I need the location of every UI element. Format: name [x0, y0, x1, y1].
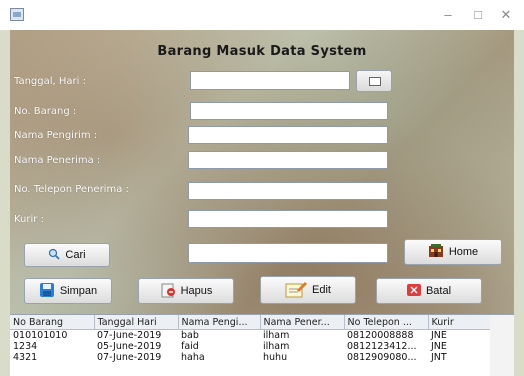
tanggal-field[interactable]: [190, 71, 350, 90]
table-row[interactable]: 010101010 07-June-2019 bab ilham 0812000…: [10, 330, 490, 342]
home-icon: [428, 243, 444, 261]
table-cell: 08120008888: [347, 330, 414, 341]
batal-label: Batal: [425, 285, 452, 297]
table-cell: huhu: [263, 352, 288, 363]
cancel-icon: [406, 283, 421, 299]
label-kurir: Kurir :: [14, 214, 44, 225]
pengirim-field[interactable]: [188, 126, 388, 144]
table-row[interactable]: 1234 05-June-2019 faid ilham 0812123412.…: [10, 341, 490, 352]
batal-button[interactable]: Batal: [376, 278, 482, 304]
column-header[interactable]: Nama Pener...: [260, 315, 345, 330]
table-scroll-area: [490, 315, 514, 376]
table-header-row: No Barang Tanggal Hari Nama Pengi... Nam…: [10, 315, 491, 330]
calendar-icon: [369, 77, 381, 86]
column-header[interactable]: No Barang: [10, 315, 95, 330]
simpan-label: Simpan: [59, 285, 98, 297]
label-penerima: Nama Penerima :: [14, 155, 101, 166]
app-window: – □ ✕ Barang Masuk Data System Tanggal, …: [0, 0, 524, 376]
table-cell: ilham: [263, 341, 290, 352]
hapus-button[interactable]: Hapus: [138, 278, 234, 304]
search-icon: [48, 248, 60, 263]
app-icon: [10, 8, 24, 21]
hapus-label: Hapus: [180, 285, 213, 297]
column-header[interactable]: No Telepon ...: [344, 315, 429, 330]
table-cell: faid: [181, 341, 199, 352]
table-cell: haha: [181, 352, 205, 363]
label-telepon: No. Telepon Penerima :: [14, 184, 129, 195]
maximize-button[interactable]: □: [468, 6, 488, 24]
telepon-field[interactable]: [188, 182, 388, 200]
label-tanggal: Tanggal, Hari :: [14, 76, 86, 87]
penerima-field[interactable]: [188, 151, 388, 169]
home-label: Home: [448, 246, 479, 258]
save-icon: [39, 282, 55, 301]
table-cell: 010101010: [13, 330, 68, 341]
title-bar: – □ ✕: [0, 0, 524, 30]
table-cell: 0812909080...: [347, 352, 417, 363]
no-barang-field[interactable]: [190, 102, 388, 120]
page-title: Barang Masuk Data System: [157, 44, 367, 59]
table-cell: 07-June-2019: [97, 330, 162, 341]
home-button[interactable]: Home: [404, 239, 502, 265]
label-pengirim: Nama Pengirim :: [14, 130, 98, 141]
kurir-field[interactable]: [188, 210, 388, 228]
table-cell: JNT: [431, 352, 447, 363]
form-panel: Barang Masuk Data System Tanggal, Hari :…: [10, 30, 514, 376]
table-cell: 4321: [13, 352, 38, 363]
table-row[interactable]: 4321 07-June-2019 haha huhu 0812909080..…: [10, 352, 490, 363]
column-header[interactable]: Nama Pengi...: [178, 315, 261, 330]
edit-icon: [285, 280, 308, 301]
label-no-barang: No. Barang :: [14, 106, 77, 117]
table-cell: bab: [181, 330, 199, 341]
minimize-button[interactable]: –: [438, 6, 458, 24]
table-cell: JNE: [431, 330, 447, 341]
column-header[interactable]: Kurir: [428, 315, 491, 330]
table-cell: 07-June-2019: [97, 352, 162, 363]
close-button[interactable]: ✕: [496, 6, 516, 24]
column-header[interactable]: Tanggal Hari: [94, 315, 179, 330]
data-table: No Barang Tanggal Hari Nama Pengi... Nam…: [10, 315, 491, 363]
data-table-panel: No Barang Tanggal Hari Nama Pengi... Nam…: [10, 314, 514, 376]
cari-label: Cari: [65, 249, 86, 261]
table-cell: ilham: [263, 330, 290, 341]
edit-button[interactable]: Edit: [260, 276, 356, 304]
simpan-button[interactable]: Simpan: [24, 278, 112, 304]
table-cell: 0812123412...: [347, 341, 417, 352]
delete-icon: [160, 282, 176, 301]
table-cell: 1234: [13, 341, 38, 352]
table-cell: 05-June-2019: [97, 341, 162, 352]
calendar-button[interactable]: [356, 70, 392, 92]
cari-button[interactable]: Cari: [24, 243, 110, 267]
table-cell: JNE: [431, 341, 447, 352]
search-input[interactable]: [188, 243, 388, 263]
edit-label: Edit: [312, 284, 331, 296]
